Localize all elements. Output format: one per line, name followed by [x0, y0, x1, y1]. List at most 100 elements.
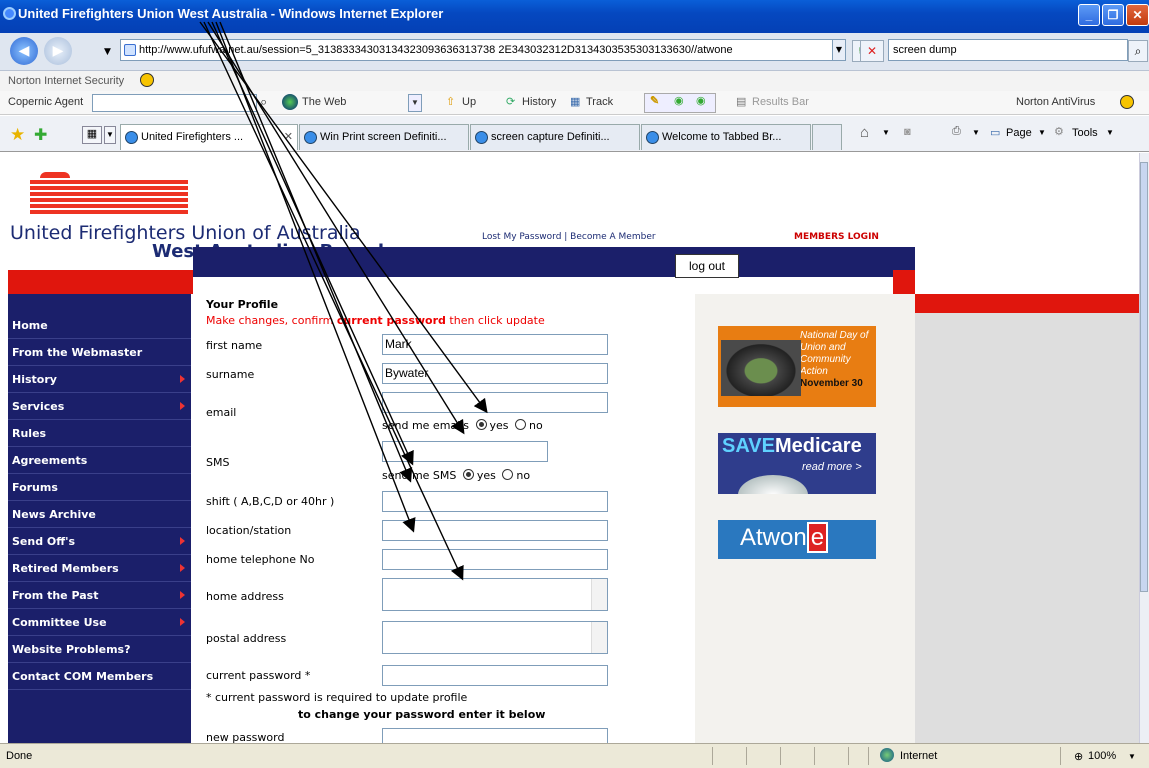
- sidebar-item[interactable]: Home: [8, 312, 191, 339]
- quick-tabs-icon[interactable]: ▦: [82, 126, 102, 144]
- sidebar-item[interactable]: News Archive: [8, 501, 191, 528]
- track-button[interactable]: Track: [586, 96, 613, 108]
- search-input[interactable]: screen dump: [888, 39, 1128, 61]
- home-address-textarea[interactable]: [382, 578, 608, 611]
- page-icon: ▭: [990, 127, 1001, 139]
- email-optin-row: send me emails yes no: [382, 419, 543, 432]
- maximize-button[interactable]: ❐: [1102, 4, 1124, 26]
- sms-yes-radio[interactable]: [462, 469, 474, 480]
- header-links[interactable]: Lost My Password | Become A Member: [482, 232, 656, 242]
- home-dropdown-icon[interactable]: ▼: [882, 128, 890, 137]
- tab-welcome-tabbed[interactable]: Welcome to Tabbed Br...: [641, 124, 811, 150]
- tab-screen-capture[interactable]: screen capture Definiti...: [470, 124, 640, 150]
- sidebar-item[interactable]: Agreements: [8, 447, 191, 474]
- sidebar-item[interactable]: Forums: [8, 474, 191, 501]
- ufu-logo: [30, 170, 188, 220]
- antivirus-icon[interactable]: [1120, 95, 1134, 109]
- search-icon[interactable]: ⌕: [1128, 40, 1148, 62]
- results-bar-button[interactable]: Results Bar: [752, 96, 809, 108]
- minimize-button[interactable]: _: [1078, 4, 1100, 26]
- page-menu[interactable]: Page: [1006, 127, 1032, 139]
- email-input[interactable]: [382, 392, 608, 413]
- globe-image: [738, 475, 808, 494]
- tab-list-dropdown-icon[interactable]: ▼: [104, 126, 116, 144]
- close-button[interactable]: ✕: [1126, 4, 1149, 26]
- zoom-dropdown-icon[interactable]: ▼: [1128, 752, 1136, 761]
- zoom-level[interactable]: 100%: [1088, 750, 1116, 762]
- sidebar-item[interactable]: Services: [8, 393, 191, 420]
- email-no-radio[interactable]: [515, 419, 527, 430]
- new-password-input[interactable]: [382, 728, 608, 743]
- save-medicare-banner[interactable]: SAVEMedicare read more >: [718, 433, 876, 494]
- next-icon[interactable]: ◉: [696, 94, 706, 107]
- feeds-icon[interactable]: ◙: [904, 126, 911, 138]
- sidebar-item[interactable]: Website Problems?: [8, 636, 191, 663]
- postal-address-textarea[interactable]: [382, 621, 608, 654]
- track-icon: ▦: [570, 96, 581, 108]
- add-favorites-icon[interactable]: ✚: [34, 125, 47, 145]
- copernic-input[interactable]: [92, 94, 257, 112]
- atwone-banner[interactable]: Atwon e: [718, 520, 876, 559]
- sidebar-item[interactable]: Rules: [8, 420, 191, 447]
- sidebar-item[interactable]: Committee Use: [8, 609, 191, 636]
- location-input[interactable]: [382, 520, 608, 541]
- home-icon[interactable]: ⌂: [860, 124, 869, 141]
- home-phone-input[interactable]: [382, 549, 608, 570]
- sidebar-item[interactable]: Contact COM Members: [8, 663, 191, 690]
- address-dropdown-icon[interactable]: ▼: [832, 39, 846, 61]
- highlight-icon[interactable]: ✎: [650, 94, 659, 107]
- current-password-input[interactable]: [382, 665, 608, 686]
- sms-no-radio[interactable]: [502, 469, 514, 480]
- header-redbar: [8, 270, 193, 294]
- sidebar-item[interactable]: History: [8, 366, 191, 393]
- page-scroll-thumb[interactable]: [1140, 162, 1148, 592]
- copernic-search-icon[interactable]: ⌕: [260, 94, 267, 110]
- norton-icon[interactable]: [140, 73, 154, 87]
- the-web-label[interactable]: The Web: [302, 96, 346, 108]
- norton-security-label[interactable]: Norton Internet Security: [8, 75, 124, 87]
- norton-antivirus-label[interactable]: Norton AntiVirus: [1016, 96, 1095, 108]
- print-icon[interactable]: ⎙: [952, 125, 961, 138]
- tools-dropdown-icon[interactable]: ▼: [1106, 128, 1114, 137]
- union-day-banner[interactable]: National Day of Union and Community Acti…: [718, 326, 876, 407]
- shift-input[interactable]: [382, 491, 608, 512]
- sidebar-item[interactable]: Retired Members: [8, 555, 191, 582]
- up-button[interactable]: Up: [462, 96, 476, 108]
- first-name-input[interactable]: Mark: [382, 334, 608, 355]
- header-red-corner: [893, 270, 915, 294]
- window-title: United Firefighters Union West Australia…: [18, 6, 444, 21]
- sidebar-item-label: Agreements: [12, 454, 88, 467]
- textarea-scrollbar[interactable]: [591, 579, 607, 610]
- stop-button-icon[interactable]: ✕: [860, 40, 884, 62]
- sidebar-item[interactable]: From the Webmaster: [8, 339, 191, 366]
- ie-icon: [3, 7, 16, 20]
- web-dropdown-icon[interactable]: ▼: [408, 94, 422, 112]
- members-login-link[interactable]: MEMBERS LOGIN: [794, 232, 879, 242]
- email-label: email: [206, 406, 237, 419]
- address-input[interactable]: http://www.ufufwa.net.au/session=5_31383…: [120, 39, 840, 61]
- tab-close-icon[interactable]: ✕: [284, 130, 293, 143]
- history-dropdown-icon[interactable]: ▼: [104, 47, 111, 57]
- print-dropdown-icon[interactable]: ▼: [972, 128, 980, 137]
- tab-win-print-screen[interactable]: Win Print screen Definiti...: [299, 124, 469, 150]
- sidebar-item[interactable]: Send Off's: [8, 528, 191, 555]
- sidebar-item-label: History: [12, 373, 57, 386]
- tab-united-firefighters[interactable]: United Firefighters ... ✕: [120, 124, 298, 150]
- sidebar-item-label: Send Off's: [12, 535, 76, 548]
- logout-button[interactable]: log out: [675, 254, 739, 278]
- new-tab-button[interactable]: [812, 124, 842, 150]
- prev-icon[interactable]: ◉: [674, 94, 684, 107]
- page-dropdown-icon[interactable]: ▼: [1038, 128, 1046, 137]
- sms-input[interactable]: [382, 441, 548, 462]
- back-button[interactable]: ◀: [10, 37, 38, 65]
- surname-input[interactable]: Bywater: [382, 363, 608, 384]
- sidebar-item[interactable]: From the Past: [8, 582, 191, 609]
- tools-menu[interactable]: Tools: [1072, 127, 1098, 139]
- email-yes-radio[interactable]: [475, 419, 487, 430]
- favorites-star-icon[interactable]: ★: [10, 125, 25, 145]
- textarea-scrollbar[interactable]: [591, 622, 607, 653]
- sidebar-item-label: From the Webmaster: [12, 346, 143, 359]
- forward-button[interactable]: ▶: [44, 37, 72, 65]
- history-button[interactable]: History: [522, 96, 556, 108]
- postal-address-label: postal address: [206, 632, 287, 645]
